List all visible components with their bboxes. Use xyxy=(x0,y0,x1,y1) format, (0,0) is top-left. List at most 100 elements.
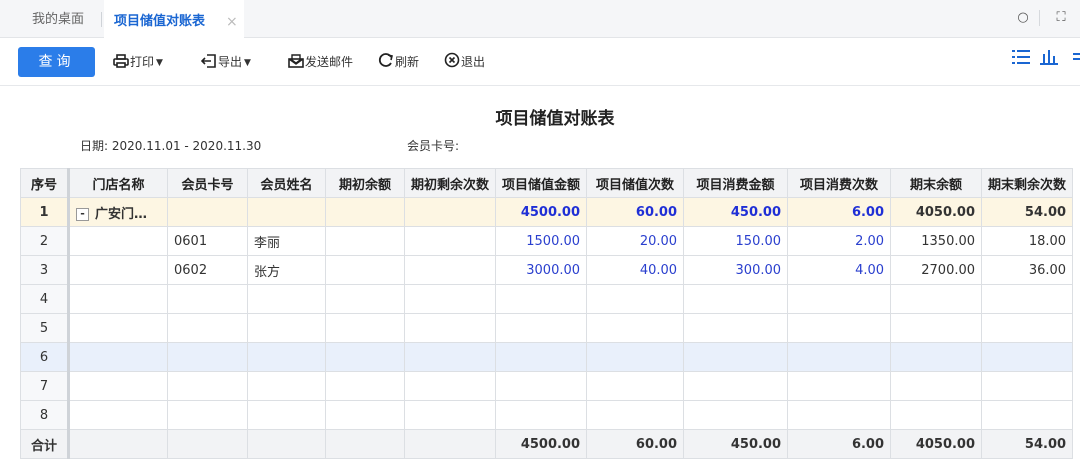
close-icon[interactable]: × xyxy=(226,2,238,42)
name-cell[interactable] xyxy=(247,197,326,227)
name-cell[interactable]: 李丽 xyxy=(247,226,326,256)
ending-balance-cell[interactable]: 1350.00 xyxy=(890,226,983,256)
tab-my-desktop[interactable]: 我的桌面 xyxy=(32,0,84,38)
empty-cell[interactable] xyxy=(325,342,405,372)
empty-cell[interactable] xyxy=(68,284,168,314)
table-row-empty[interactable]: 7 xyxy=(20,371,1074,401)
name-cell[interactable]: 张方 xyxy=(247,255,326,285)
empty-cell[interactable] xyxy=(683,400,789,430)
header-cell[interactable]: 会员卡号 xyxy=(167,168,248,198)
empty-cell[interactable] xyxy=(586,342,685,372)
table-row-empty[interactable]: 4 xyxy=(20,284,1074,314)
empty-cell[interactable] xyxy=(325,371,405,401)
empty-cell[interactable] xyxy=(586,400,685,430)
empty-cell[interactable] xyxy=(787,313,892,343)
usage-count-cell[interactable]: 6.00 xyxy=(787,197,892,227)
empty-cell[interactable] xyxy=(890,342,983,372)
empty-cell[interactable] xyxy=(586,371,685,401)
opening-balance-cell[interactable] xyxy=(325,197,405,227)
deposit-count-cell[interactable]: 60.00 xyxy=(586,197,685,227)
deposit-count-cell[interactable]: 20.00 xyxy=(586,226,685,256)
empty-cell[interactable] xyxy=(247,371,326,401)
empty-cell[interactable] xyxy=(167,313,248,343)
table-row-empty[interactable]: 5 xyxy=(20,313,1074,343)
empty-cell[interactable] xyxy=(68,400,168,430)
deposit-amount-cell[interactable]: 4500.00 xyxy=(495,197,588,227)
store-cell[interactable] xyxy=(68,255,168,285)
usage-amount-cell[interactable]: 150.00 xyxy=(683,226,789,256)
empty-cell[interactable] xyxy=(787,400,892,430)
empty-cell[interactable] xyxy=(586,284,685,314)
empty-cell[interactable] xyxy=(403,313,497,343)
print-button[interactable]: 打印 ▼ xyxy=(112,52,163,72)
empty-cell[interactable] xyxy=(683,313,789,343)
empty-cell[interactable] xyxy=(495,313,588,343)
header-cell[interactable]: 项目储值次数 xyxy=(586,168,685,198)
store-cell[interactable] xyxy=(68,226,168,256)
opening-count-cell[interactable] xyxy=(403,226,497,256)
empty-cell[interactable] xyxy=(403,400,497,430)
header-cell[interactable]: 期末余额 xyxy=(890,168,983,198)
empty-cell[interactable] xyxy=(787,342,892,372)
empty-cell[interactable] xyxy=(68,342,168,372)
usage-amount-cell[interactable]: 300.00 xyxy=(683,255,789,285)
empty-cell[interactable] xyxy=(167,400,248,430)
empty-cell[interactable] xyxy=(787,284,892,314)
empty-cell[interactable] xyxy=(683,284,789,314)
header-cell[interactable]: 项目消费次数 xyxy=(787,168,892,198)
empty-cell[interactable] xyxy=(167,371,248,401)
list-view-icon[interactable] xyxy=(1012,49,1030,71)
empty-cell[interactable] xyxy=(683,342,789,372)
empty-cell[interactable] xyxy=(890,400,983,430)
empty-cell[interactable] xyxy=(495,400,588,430)
opening-balance-cell[interactable] xyxy=(325,255,405,285)
empty-cell[interactable] xyxy=(586,313,685,343)
empty-cell[interactable] xyxy=(890,371,983,401)
header-cell[interactable]: 项目消费金额 xyxy=(683,168,789,198)
ending-count-cell[interactable]: 18.00 xyxy=(981,226,1074,256)
header-cell[interactable]: 期末剩余次数 xyxy=(981,168,1074,198)
empty-cell[interactable] xyxy=(683,371,789,401)
header-cell[interactable]: 期初剩余次数 xyxy=(403,168,497,198)
refresh-button[interactable]: 刷新 xyxy=(377,52,419,72)
search-icon[interactable]: ○ xyxy=(1014,9,1032,27)
empty-cell[interactable] xyxy=(247,400,326,430)
empty-cell[interactable] xyxy=(403,371,497,401)
deposit-amount-cell[interactable]: 1500.00 xyxy=(495,226,588,256)
send-email-button[interactable]: 发送邮件 xyxy=(287,52,353,72)
empty-cell[interactable] xyxy=(981,371,1074,401)
ending-balance-cell[interactable]: 2700.00 xyxy=(890,255,983,285)
empty-cell[interactable] xyxy=(68,371,168,401)
usage-count-cell[interactable]: 2.00 xyxy=(787,226,892,256)
card-cell[interactable] xyxy=(167,197,248,227)
export-button[interactable]: 导出 ▼ xyxy=(200,52,251,72)
empty-cell[interactable] xyxy=(495,371,588,401)
empty-cell[interactable] xyxy=(981,400,1074,430)
usage-count-cell[interactable]: 4.00 xyxy=(787,255,892,285)
empty-cell[interactable] xyxy=(403,284,497,314)
empty-cell[interactable] xyxy=(890,284,983,314)
deposit-count-cell[interactable]: 40.00 xyxy=(586,255,685,285)
ending-balance-cell[interactable]: 4050.00 xyxy=(890,197,983,227)
table-row-selected[interactable]: 6 xyxy=(20,342,1074,372)
ending-count-cell[interactable]: 36.00 xyxy=(981,255,1074,285)
tab-active-report[interactable]: 项目储值对账表 × xyxy=(104,0,244,38)
ending-count-cell[interactable]: 54.00 xyxy=(981,197,1074,227)
empty-cell[interactable] xyxy=(325,400,405,430)
card-cell[interactable]: 0601 xyxy=(167,226,248,256)
query-button[interactable]: 查询 xyxy=(18,47,95,77)
empty-cell[interactable] xyxy=(981,313,1074,343)
opening-count-cell[interactable] xyxy=(403,197,497,227)
empty-cell[interactable] xyxy=(981,342,1074,372)
fullscreen-icon[interactable]: ⛶ xyxy=(1052,9,1070,27)
empty-cell[interactable] xyxy=(325,313,405,343)
empty-cell[interactable] xyxy=(787,371,892,401)
more-icon[interactable] xyxy=(1073,49,1080,71)
empty-cell[interactable] xyxy=(167,284,248,314)
empty-cell[interactable] xyxy=(495,342,588,372)
opening-count-cell[interactable] xyxy=(403,255,497,285)
card-cell[interactable]: 0602 xyxy=(167,255,248,285)
opening-balance-cell[interactable] xyxy=(325,226,405,256)
deposit-amount-cell[interactable]: 3000.00 xyxy=(495,255,588,285)
header-cell[interactable]: 门店名称 xyxy=(68,168,168,198)
